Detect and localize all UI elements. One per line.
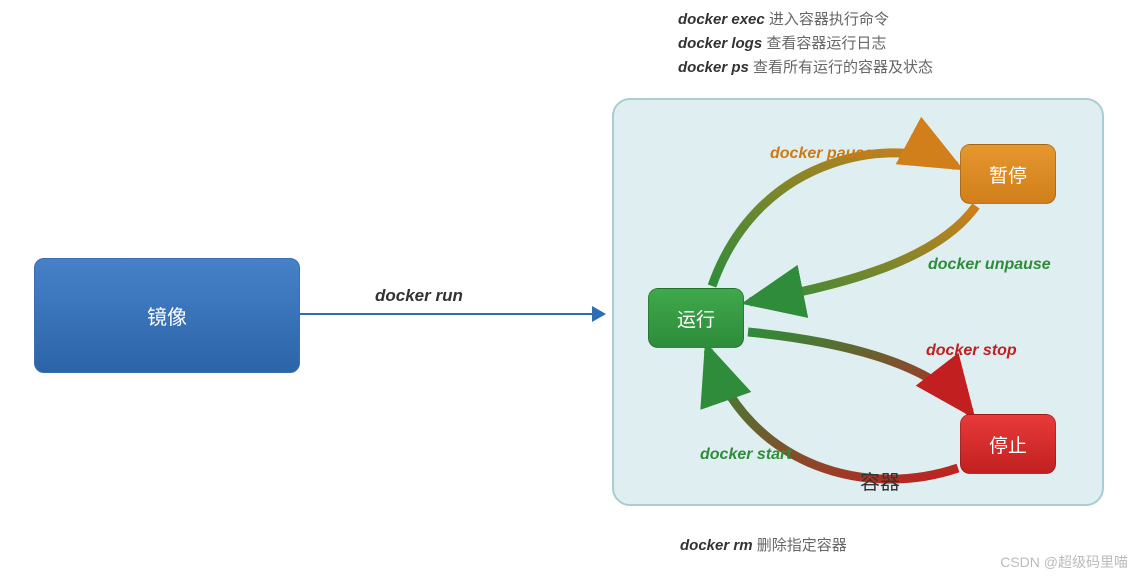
command-list-row: docker ps 查看所有运行的容器及状态 — [678, 56, 933, 77]
arrow-run-line — [300, 313, 596, 315]
state-run-label: 运行 — [677, 305, 715, 332]
state-pause-label: 暂停 — [989, 161, 1027, 188]
container-title: 容器 — [860, 466, 900, 495]
arrow-run-head-icon — [592, 306, 606, 322]
cmd-rm: docker rm — [680, 537, 753, 554]
state-run-node: 运行 — [648, 288, 744, 348]
lbl-stop: docker stop — [926, 342, 1017, 360]
lbl-pause: docker pause — [770, 145, 873, 163]
image-node: 镜像 — [34, 258, 300, 373]
cmd-rm-desc: 删除指定容器 — [757, 537, 847, 554]
rm-label: docker rm 删除指定容器 — [680, 534, 847, 555]
run-cmd-label: docker run — [375, 286, 463, 306]
cmd-ps: docker ps — [678, 59, 749, 76]
command-list-row: docker exec 进入容器执行命令 — [678, 8, 933, 29]
lbl-unpause: docker unpause — [928, 256, 1051, 274]
cmd-exec-desc: 进入容器执行命令 — [769, 11, 889, 28]
image-node-label: 镜像 — [147, 301, 187, 330]
command-list-row: docker logs 查看容器运行日志 — [678, 32, 933, 53]
command-list-top: docker exec 进入容器执行命令 docker logs 查看容器运行日… — [678, 8, 933, 80]
lbl-start: docker start — [700, 446, 792, 464]
watermark: CSDN @超级码里喵 — [1000, 552, 1128, 572]
state-stop-node: 停止 — [960, 414, 1056, 474]
cmd-ps-desc: 查看所有运行的容器及状态 — [753, 59, 933, 76]
state-stop-label: 停止 — [989, 431, 1027, 458]
cmd-exec: docker exec — [678, 11, 765, 28]
state-pause-node: 暂停 — [960, 144, 1056, 204]
cmd-logs-desc: 查看容器运行日志 — [766, 35, 886, 52]
cmd-logs: docker logs — [678, 35, 762, 52]
